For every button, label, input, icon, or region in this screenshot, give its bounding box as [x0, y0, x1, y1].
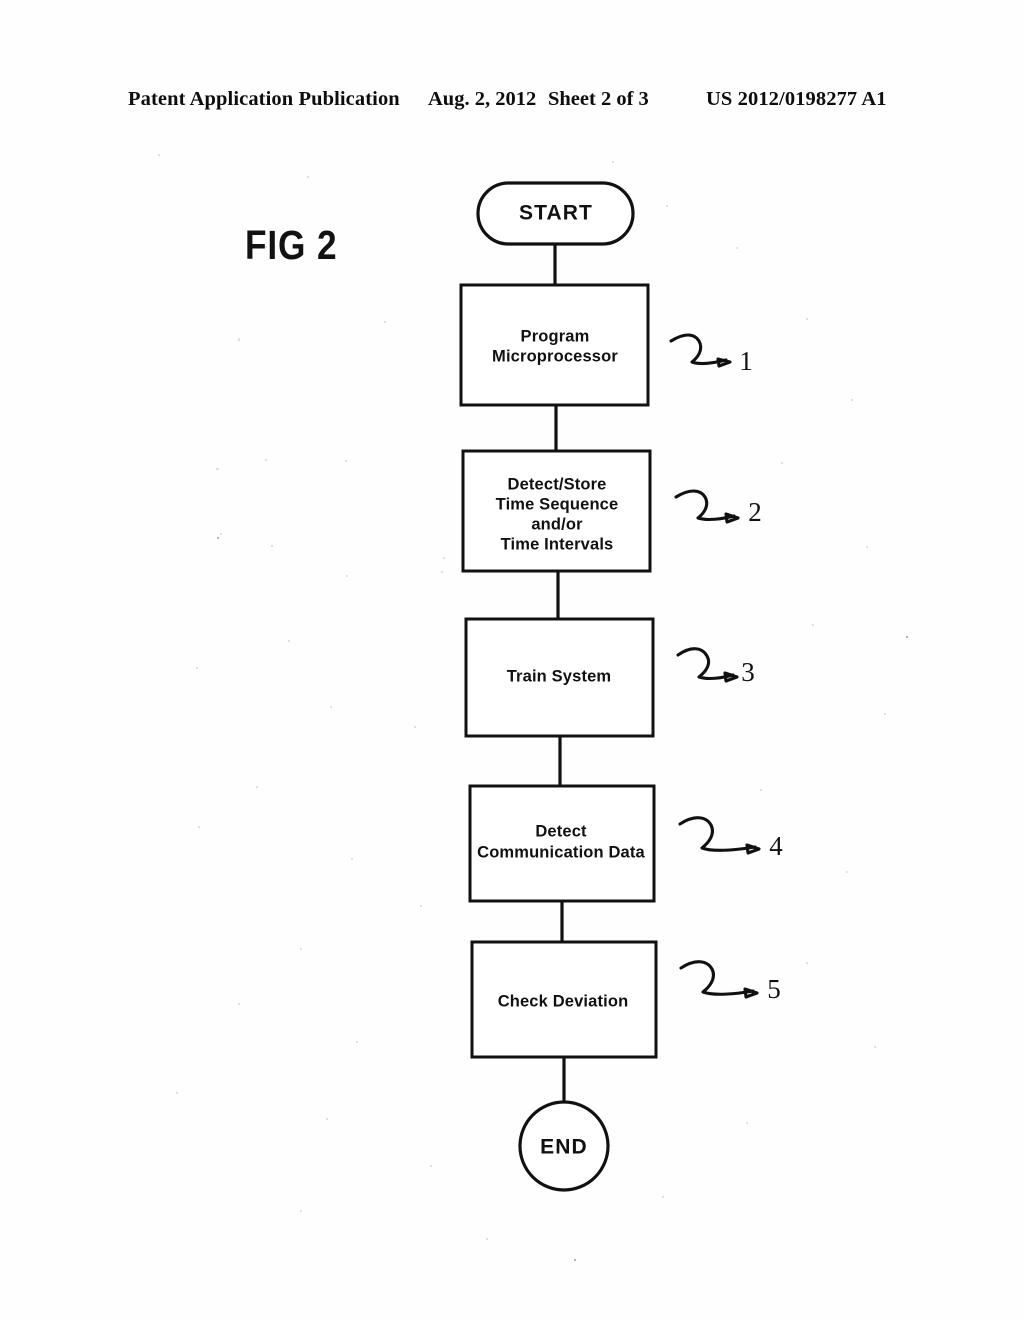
flowchart-figure-2: START Program Microprocessor 1 Detect/St… — [459, 181, 783, 1192]
step4-label-line1: Detect — [535, 822, 587, 840]
reference-numeral-1: 1 — [739, 346, 753, 376]
leader-step2: 2 — [674, 489, 762, 527]
leader-arrowhead-4 — [745, 843, 761, 855]
leader-step3: 3 — [676, 647, 755, 687]
reference-numeral-3: 3 — [741, 657, 755, 687]
node-step5[interactable]: Check Deviation — [470, 940, 658, 1059]
leader-arrowhead-5 — [743, 987, 759, 999]
leader-squiggle-4 — [678, 816, 757, 852]
leader-step5: 5 — [679, 960, 781, 1004]
node-step1[interactable]: Program Microprocessor — [459, 283, 650, 407]
reference-numeral-4: 4 — [769, 831, 783, 861]
step3-label-line1: Train System — [507, 667, 612, 685]
start-label: START — [519, 202, 593, 225]
step2-label-line2: Time Sequence — [496, 495, 619, 513]
leader-arrowhead-1 — [716, 357, 732, 368]
step2-label-line3: and/or — [531, 515, 583, 533]
patent-page: Patent Application Publication Aug. 2, 2… — [0, 0, 1024, 1320]
reference-numeral-2: 2 — [748, 497, 762, 527]
step5-label-line1: Check Deviation — [498, 992, 629, 1010]
step1-label-line2: Microprocessor — [492, 347, 618, 365]
node-step2[interactable]: Detect/Store Time Sequence and/or Time I… — [461, 449, 652, 573]
leader-squiggle-5 — [679, 960, 755, 996]
reference-numeral-5: 5 — [767, 974, 781, 1004]
node-start[interactable]: START — [476, 181, 635, 246]
step4-label-line2: Communication Data — [477, 843, 645, 861]
leader-step4: 4 — [678, 816, 783, 861]
step2-label-line1: Detect/Store — [508, 475, 607, 493]
step2-label-line4: Time Intervals — [501, 535, 614, 553]
leader-step1: 1 — [669, 333, 753, 376]
step1-label-line1: Program — [521, 327, 590, 345]
node-end[interactable]: END — [518, 1100, 610, 1192]
node-step3[interactable]: Train System — [464, 617, 655, 738]
end-label: END — [540, 1136, 588, 1159]
node-step4[interactable]: Detect Communication Data — [468, 784, 656, 903]
